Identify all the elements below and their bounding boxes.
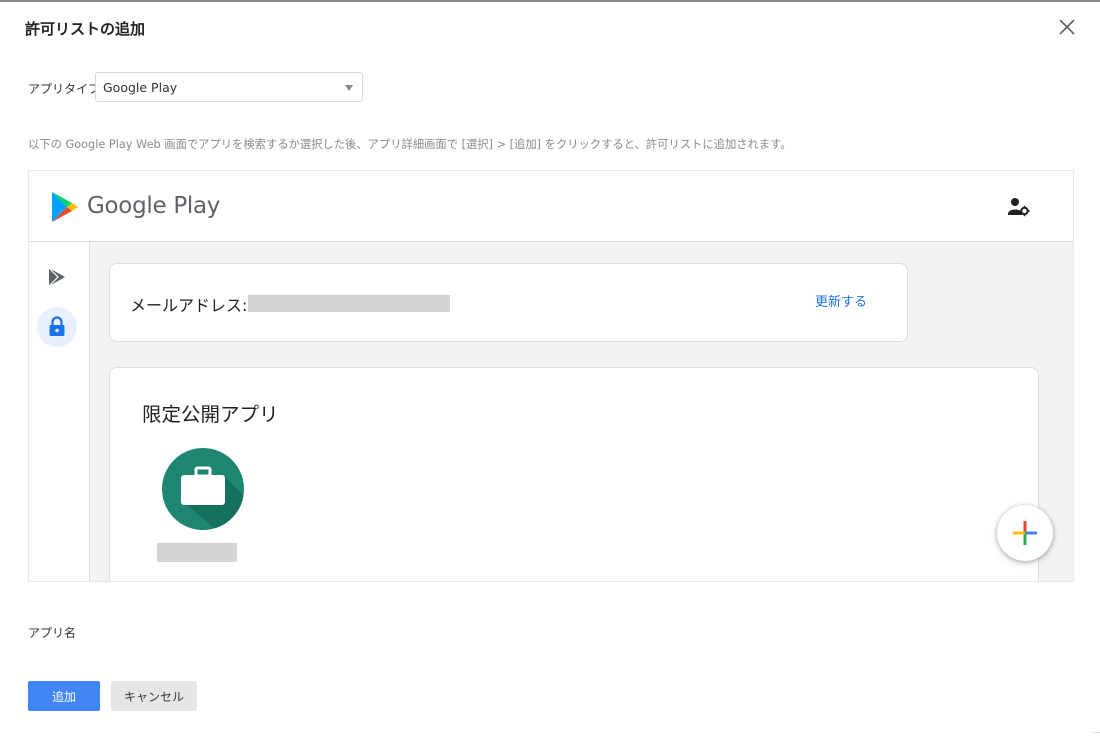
account-settings-icon[interactable] bbox=[1008, 197, 1030, 217]
google-play-wordmark: Google Play bbox=[87, 193, 221, 219]
email-card: メールアドレス: 更新する bbox=[109, 263, 908, 342]
app-type-value: Google Play bbox=[103, 80, 178, 95]
google-play-content: メールアドレス: 更新する 限定公開アプリ bbox=[90, 242, 1073, 581]
email-value-redacted bbox=[248, 295, 450, 312]
dialog-title: 許可リストの追加 bbox=[25, 20, 146, 38]
google-play-logo-icon bbox=[52, 192, 78, 222]
nav-private-apps[interactable] bbox=[37, 307, 77, 347]
chevron-down-icon bbox=[345, 85, 353, 91]
top-border bbox=[0, 0, 1100, 2]
plus-icon bbox=[1013, 521, 1037, 545]
lock-icon bbox=[49, 316, 65, 336]
private-apps-title: 限定公開アプリ bbox=[142, 403, 279, 426]
divider bbox=[1092, 732, 1100, 733]
add-button[interactable]: 追加 bbox=[28, 681, 100, 711]
add-app-fab[interactable] bbox=[997, 505, 1053, 561]
app-type-label: アプリタイプ bbox=[28, 82, 101, 96]
email-label: メールアドレス: bbox=[130, 296, 248, 315]
instruction-text: 以下の Google Play Web 画面でアプリを検索するか選択した後、アプ… bbox=[28, 138, 792, 151]
google-play-header: Google Play bbox=[29, 171, 1073, 242]
private-apps-card: 限定公開アプリ bbox=[109, 367, 1039, 581]
google-play-sidebar bbox=[29, 242, 90, 581]
cancel-button[interactable]: キャンセル bbox=[111, 681, 197, 711]
app-name-redacted bbox=[157, 543, 237, 562]
app-name-label: アプリ名 bbox=[28, 626, 77, 640]
app-type-select[interactable]: Google Play bbox=[95, 72, 363, 102]
briefcase-icon[interactable] bbox=[161, 447, 245, 531]
close-icon[interactable] bbox=[1057, 17, 1077, 37]
update-link[interactable]: 更新する bbox=[815, 291, 867, 310]
play-nav-icon[interactable] bbox=[46, 266, 68, 288]
google-play-frame: Google Play メールアドレス: 更新する 限定公開アプリ bbox=[28, 170, 1074, 582]
